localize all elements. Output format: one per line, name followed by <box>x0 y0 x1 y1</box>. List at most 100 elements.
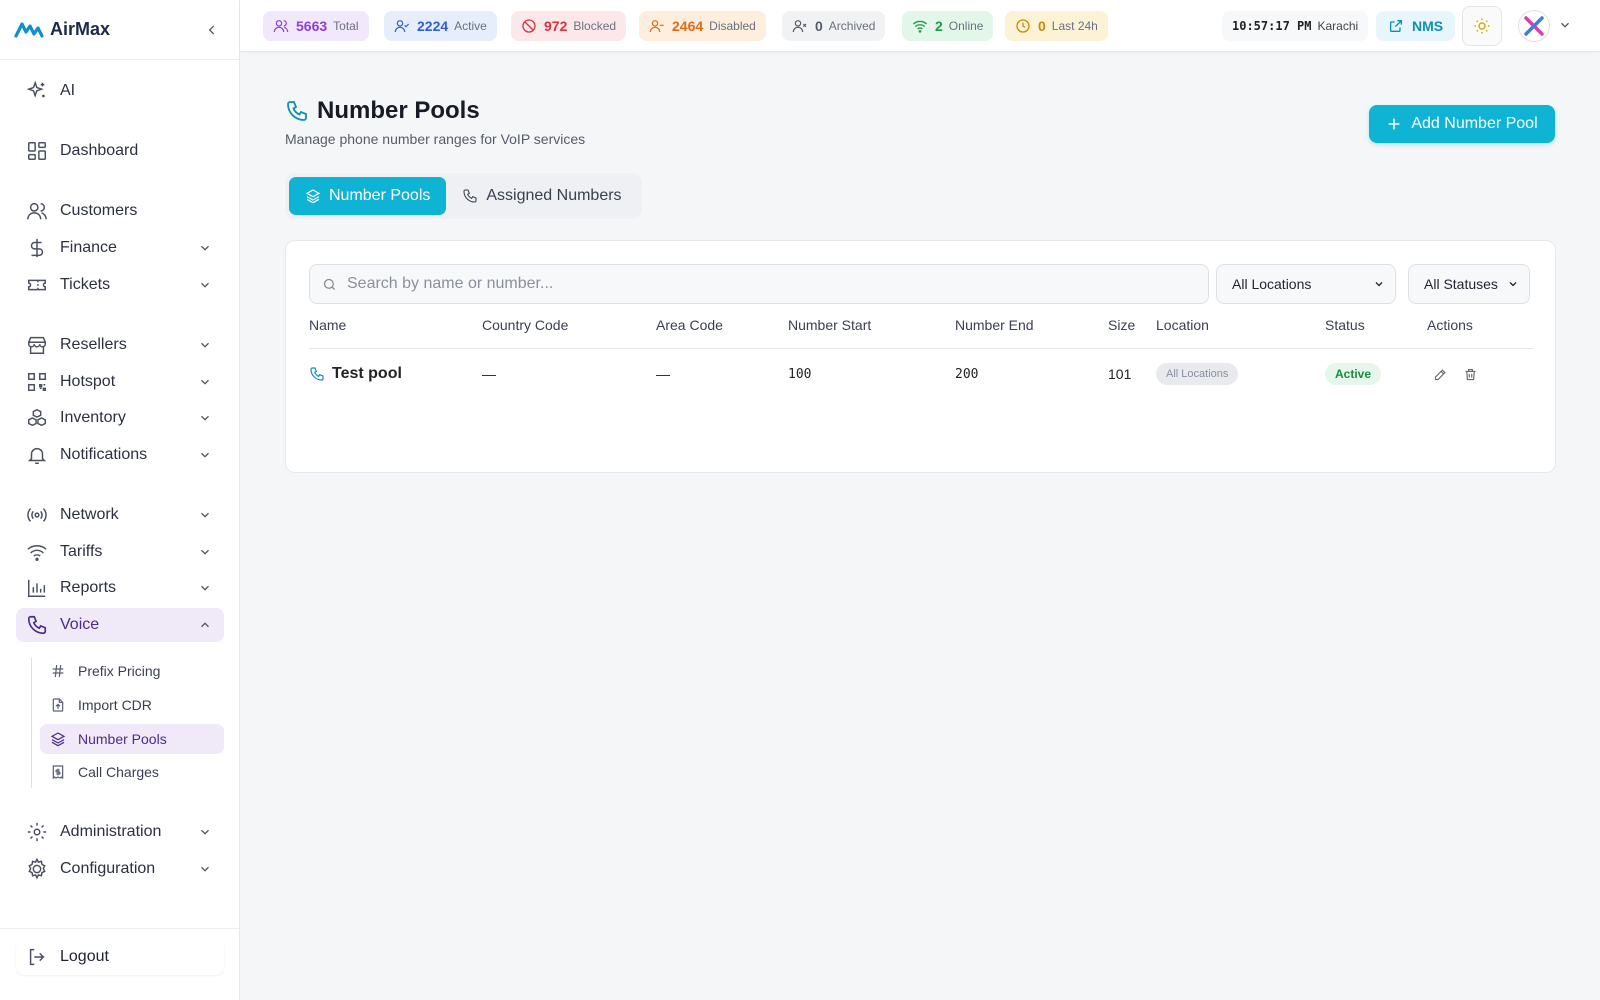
tab-bar: Number Pools Assigned Numbers <box>285 173 642 219</box>
sidebar-item-reports[interactable]: Reports <box>16 571 224 605</box>
stat-label: Online <box>948 19 984 33</box>
add-number-pool-label: Add Number Pool <box>1411 115 1538 132</box>
gear-icon <box>27 822 47 842</box>
stat-active-chip[interactable]: 2224 Active <box>384 11 497 41</box>
sidebar-item-resellers[interactable]: Resellers <box>16 328 224 362</box>
stat-archived-chip[interactable]: 0 Archived <box>782 11 886 41</box>
page-title: Number Pools <box>317 97 480 124</box>
sidebar-item-ai[interactable]: AI <box>16 74 224 108</box>
logout-button[interactable]: Logout <box>16 939 224 975</box>
tab-label: Number Pools <box>329 187 431 204</box>
pool-name: Test pool <box>332 365 402 382</box>
logout-label: Logout <box>60 948 109 965</box>
phone-icon <box>463 189 477 203</box>
clock-zone: Karachi <box>1317 19 1359 33</box>
column-header-area-code[interactable]: Area Code <box>656 317 723 333</box>
pool-name-cell[interactable]: Test pool <box>309 362 402 386</box>
sidebar-item-label: Hotspot <box>60 373 116 390</box>
sidebar-item-label: Reports <box>60 579 117 596</box>
sidebar-subitem-label: Import CDR <box>78 697 152 713</box>
search-box <box>309 264 1209 304</box>
column-header-name[interactable]: Name <box>309 317 346 333</box>
sidebar-subitem-number-pools[interactable]: Number Pools <box>40 724 224 754</box>
collapse-sidebar-button[interactable] <box>199 17 225 43</box>
chevron-down-icon <box>201 585 209 591</box>
sidebar-item-customers[interactable]: Customers <box>16 194 224 228</box>
sidebar-subitem-import-cdr[interactable]: Import CDR <box>40 690 224 720</box>
edit-button[interactable] <box>1427 361 1453 387</box>
stat-last24h-chip[interactable]: 0 Last 24h <box>1005 11 1108 41</box>
delete-button[interactable] <box>1457 361 1483 387</box>
chevron-down-icon <box>201 245 209 251</box>
stat-disabled-chip[interactable]: 2464 Disabled <box>639 11 766 41</box>
chevron-down-icon <box>201 829 209 835</box>
number-end-cell: 200 <box>955 366 979 382</box>
plus-icon <box>1389 118 1400 130</box>
sidebar-item-label: Finance <box>60 239 117 256</box>
chevron-down-icon <box>201 549 209 555</box>
tab-assigned-numbers[interactable]: Assigned Numbers <box>446 177 637 215</box>
sidebar-subitem-prefix-pricing[interactable]: Prefix Pricing <box>40 656 224 686</box>
sidebar-item-notifications[interactable]: Notifications <box>16 438 224 472</box>
search-input[interactable] <box>347 275 1167 293</box>
status-filter-select[interactable]: All Statuses <box>1408 264 1530 304</box>
sidebar-item-inventory[interactable]: Inventory <box>16 401 224 435</box>
theme-toggle-button[interactable] <box>1462 6 1502 46</box>
ban-icon <box>522 19 536 33</box>
tab-number-pools[interactable]: Number Pools <box>289 177 447 215</box>
phone-icon <box>27 615 47 635</box>
column-header-country-code[interactable]: Country Code <box>482 317 568 333</box>
chevron-down-icon <box>1375 282 1383 287</box>
sidebar-subitem-call-charges[interactable]: Call Charges <box>40 757 224 787</box>
sidebar-item-hotspot[interactable]: Hotspot <box>16 365 224 399</box>
hash-icon <box>52 664 64 678</box>
sidebar-item-configuration[interactable]: Configuration <box>16 852 224 886</box>
table-header-divider <box>309 348 1534 349</box>
add-number-pool-button[interactable]: Add Number Pool <box>1369 105 1555 143</box>
nms-label: NMS <box>1412 18 1444 34</box>
status-cell: Active <box>1325 362 1382 386</box>
column-header-number-end[interactable]: Number End <box>955 317 1034 333</box>
column-header-status[interactable]: Status <box>1325 317 1365 333</box>
chevron-down-icon <box>201 282 209 288</box>
ticket-icon <box>28 279 46 291</box>
stat-value: 2464 <box>672 18 704 34</box>
chevron-down-icon[interactable] <box>1558 18 1572 32</box>
sidebar-item-tickets[interactable]: Tickets <box>16 268 224 302</box>
sidebar: AirMax AI Dashboard Customers Finance Ti… <box>0 0 240 1000</box>
nms-link-button[interactable]: NMS <box>1376 11 1456 41</box>
user-minus-icon <box>649 20 664 33</box>
chevron-left-icon <box>208 24 215 35</box>
column-header-location[interactable]: Location <box>1156 317 1209 333</box>
sidebar-item-voice[interactable]: Voice <box>16 608 224 642</box>
stat-value: 972 <box>544 18 568 34</box>
sidebar-item-tariffs[interactable]: Tariffs <box>16 535 224 569</box>
airmax-logo-icon <box>14 21 44 38</box>
sidebar-item-label: Administration <box>60 823 162 840</box>
stat-total-chip[interactable]: 5663 Total <box>263 11 369 41</box>
bell-icon <box>27 447 47 464</box>
sidebar-item-network[interactable]: Network <box>16 498 224 532</box>
stat-blocked-chip[interactable]: 972 Blocked <box>511 11 627 41</box>
column-header-number-start[interactable]: Number Start <box>788 317 871 333</box>
pencil-icon <box>1434 368 1446 380</box>
sun-icon <box>1474 18 1490 34</box>
external-link-icon <box>1390 20 1402 32</box>
qr-icon <box>28 373 46 391</box>
brand-header: AirMax <box>0 0 239 60</box>
sidebar-item-label: Tariffs <box>60 543 103 560</box>
phone-icon <box>287 101 307 121</box>
user-avatar[interactable] <box>1518 10 1550 42</box>
sidebar-item-administration[interactable]: Administration <box>16 815 224 849</box>
stat-label: Last 24h <box>1051 19 1098 33</box>
status-badge: Active <box>1325 363 1382 385</box>
wifi-icon <box>27 545 47 561</box>
stat-value: 2224 <box>417 18 449 34</box>
stat-online-chip[interactable]: 2 Online <box>902 11 994 41</box>
layers-icon <box>305 189 321 204</box>
location-filter-select[interactable]: All Locations <box>1216 264 1396 304</box>
column-header-size[interactable]: Size <box>1108 317 1135 333</box>
sidebar-item-label: Resellers <box>60 336 127 353</box>
sidebar-item-dashboard[interactable]: Dashboard <box>16 134 224 168</box>
sidebar-item-finance[interactable]: Finance <box>16 231 224 265</box>
